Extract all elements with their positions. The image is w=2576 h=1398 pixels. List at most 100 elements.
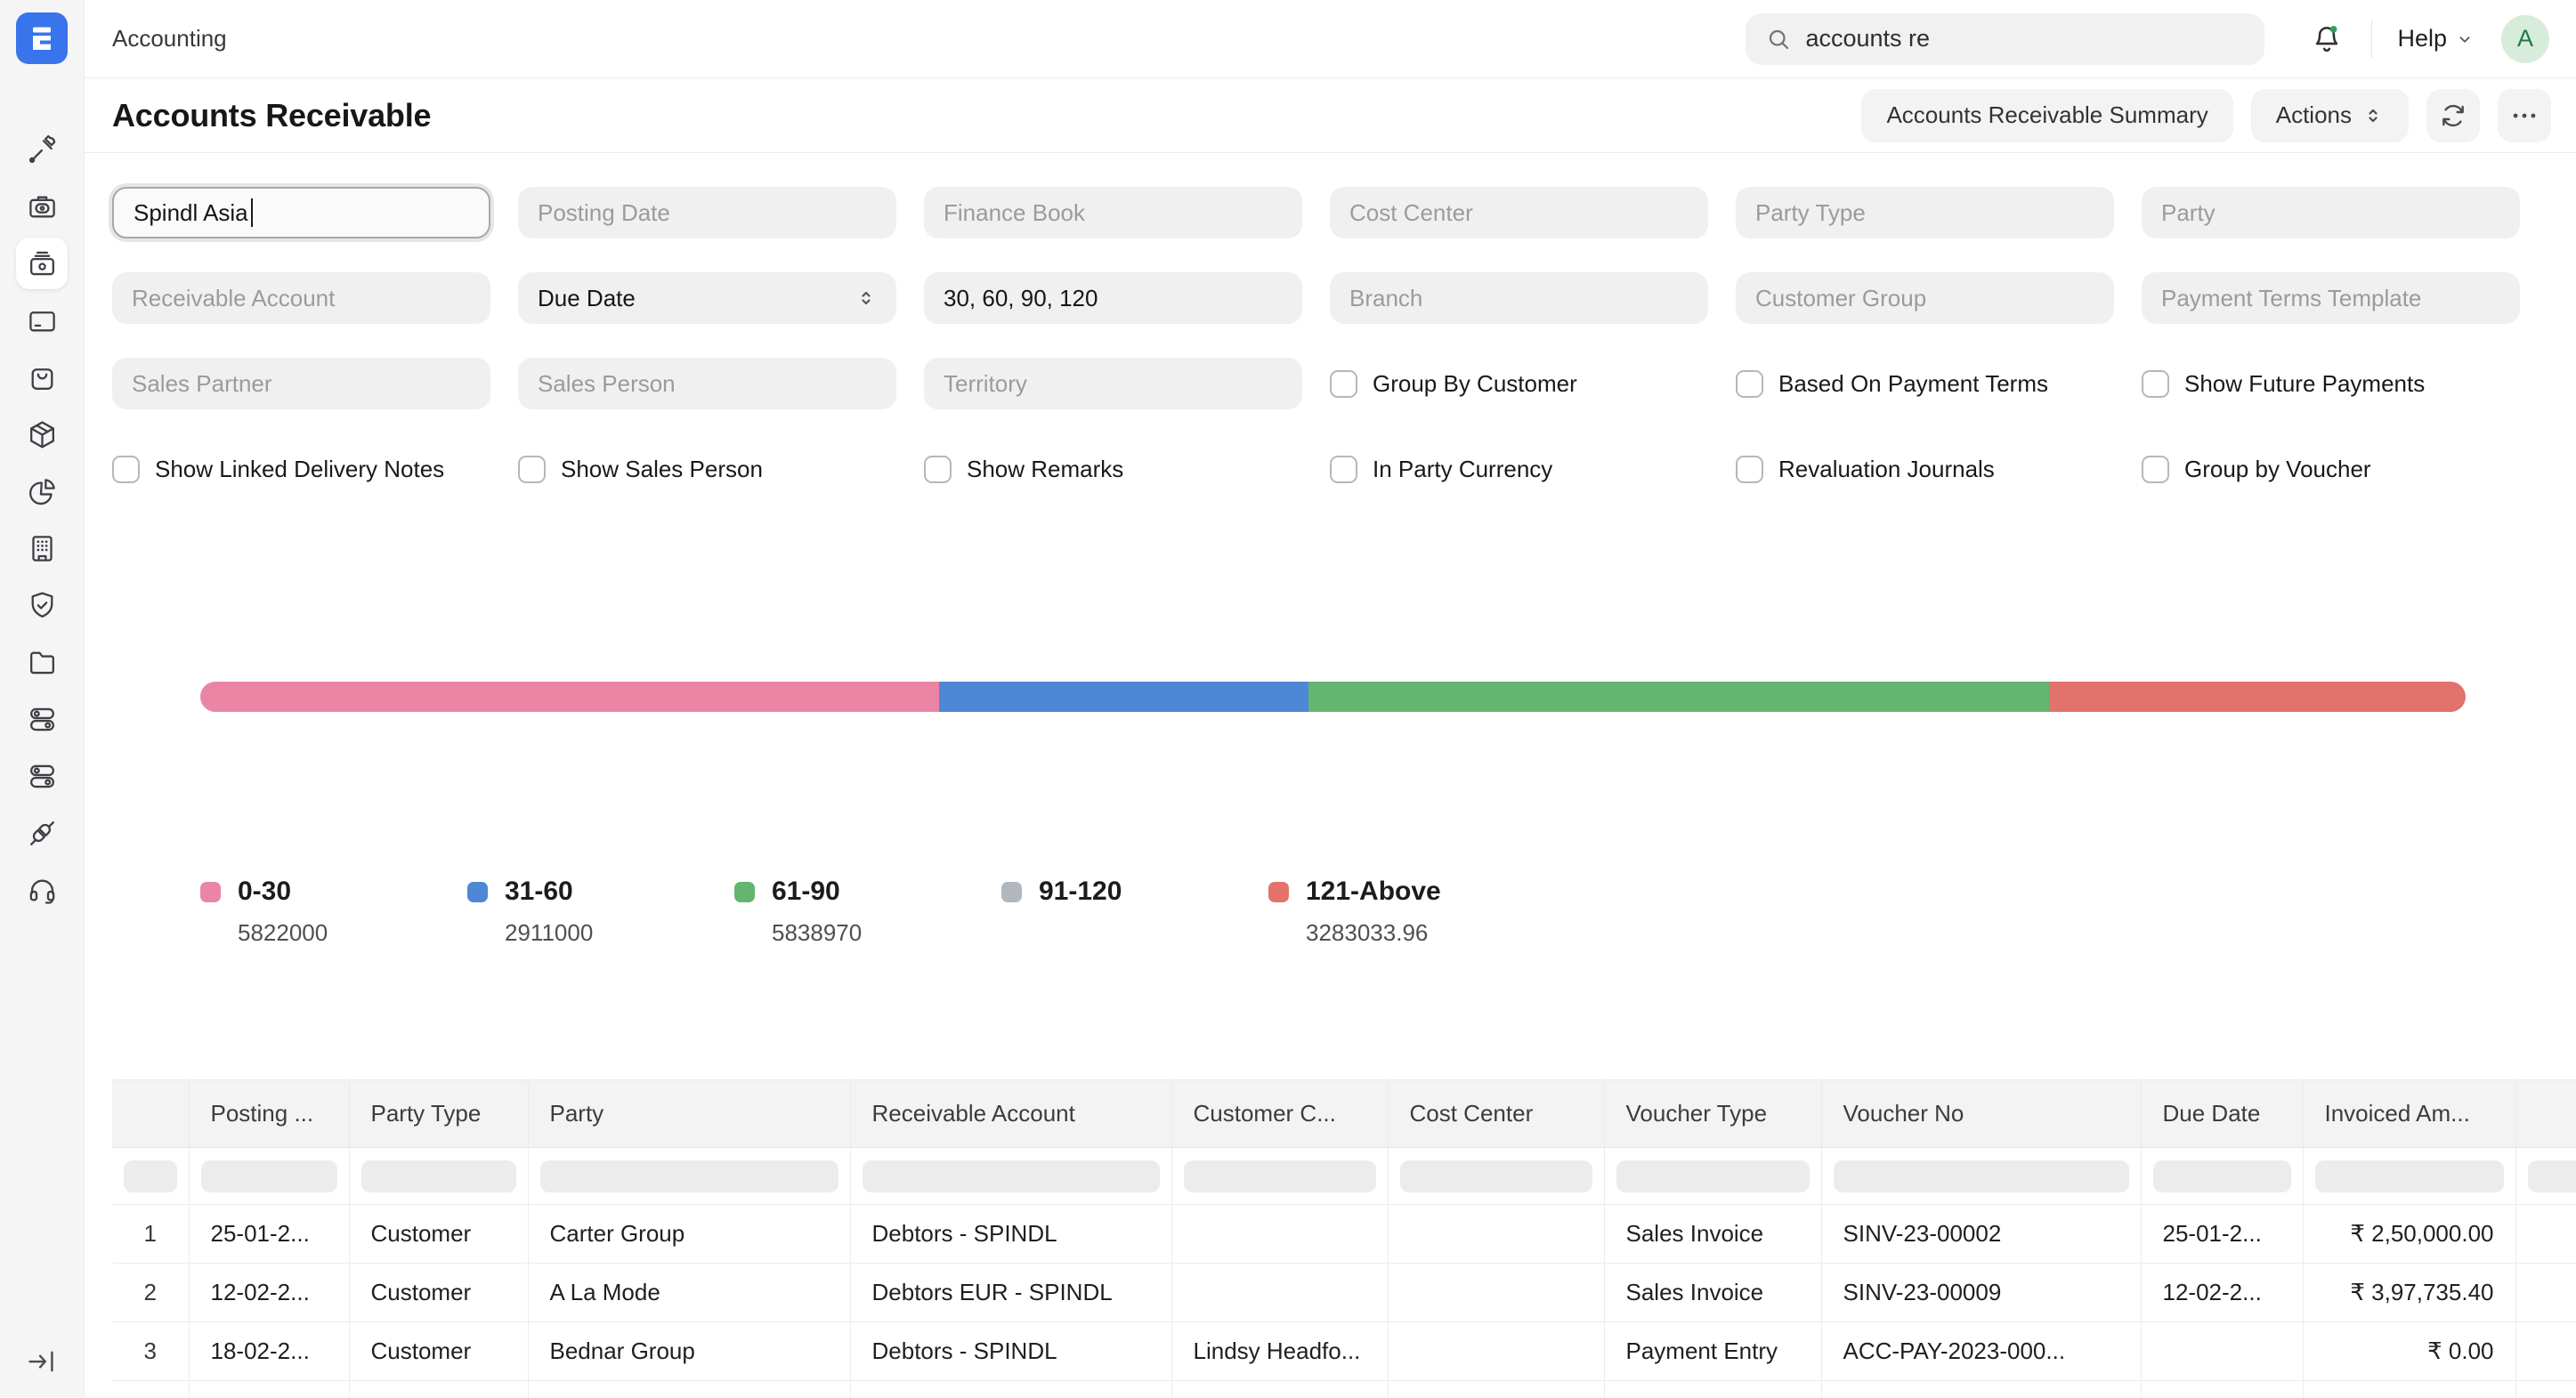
cell-party[interactable]: Bednar Group xyxy=(528,1322,850,1381)
menu-button[interactable] xyxy=(2498,89,2551,142)
row-number[interactable]: 1 xyxy=(112,1205,189,1264)
column-header-cost-center[interactable]: Cost Center xyxy=(1388,1080,1604,1148)
column-header-party-type[interactable]: Party Type xyxy=(349,1080,528,1148)
help-menu[interactable]: Help xyxy=(2397,25,2475,53)
customer-group-filter[interactable]: Customer Group xyxy=(1736,272,2114,324)
column-filter-input[interactable] xyxy=(1400,1160,1592,1192)
cell-party-type[interactable]: Customer xyxy=(349,1264,528,1322)
group-by-customer-checkbox[interactable]: Group By Customer xyxy=(1330,358,1708,409)
column-filter-input[interactable] xyxy=(124,1160,177,1192)
revaluation-journals-checkbox[interactable]: Revaluation Journals xyxy=(1736,443,2114,495)
bar-segment-121-above[interactable] xyxy=(2049,682,2466,712)
show-sales-person-checkbox[interactable]: Show Sales Person xyxy=(518,443,896,495)
cell-invoiced-amount[interactable]: ₹ 3,97,735.40 xyxy=(2303,1264,2515,1322)
column-filter-input[interactable] xyxy=(863,1160,1160,1192)
cell-cost-center[interactable] xyxy=(1388,1264,1604,1322)
sidebar-item-payments[interactable] xyxy=(0,178,85,235)
cell-extra[interactable] xyxy=(2515,1264,2576,1322)
cell-customer-contact[interactable] xyxy=(1171,1205,1388,1264)
row-number[interactable]: 3 xyxy=(112,1322,189,1381)
column-header-customer-contact[interactable]: Customer C... xyxy=(1171,1080,1388,1148)
row-number[interactable]: 2 xyxy=(112,1264,189,1322)
column-filter-input[interactable] xyxy=(1616,1160,1810,1192)
sidebar-item-banking[interactable] xyxy=(0,292,85,349)
cost-center-filter[interactable]: Cost Center xyxy=(1330,187,1708,238)
bar-segment-0-30[interactable] xyxy=(200,682,939,712)
avatar[interactable]: A xyxy=(2501,15,2549,63)
sidebar-item-support[interactable] xyxy=(0,861,85,918)
group-by-voucher-checkbox[interactable]: Group by Voucher xyxy=(2142,443,2520,495)
cell-extra[interactable] xyxy=(2515,1205,2576,1264)
column-header-due-date[interactable]: Due Date xyxy=(2141,1080,2303,1148)
sidebar-item-projects[interactable] xyxy=(0,634,85,691)
column-header-receivable-account[interactable]: Receivable Account xyxy=(850,1080,1171,1148)
receivable-account-filter[interactable]: Receivable Account xyxy=(112,272,490,324)
sidebar-item-tools[interactable] xyxy=(0,121,85,178)
sidebar-item-quality[interactable] xyxy=(0,577,85,634)
cell-customer-contact[interactable] xyxy=(1171,1264,1388,1322)
cell-due-date[interactable]: 12-02-2... xyxy=(2141,1264,2303,1322)
cell-party-type[interactable]: Customer xyxy=(349,1205,528,1264)
column-filter-input[interactable] xyxy=(1184,1160,1376,1192)
sidebar-item-organization[interactable] xyxy=(0,520,85,577)
cell-receivable-account[interactable]: Debtors EUR - SPINDL xyxy=(850,1264,1171,1322)
party-filter[interactable]: Party xyxy=(2142,187,2520,238)
column-filter-input[interactable] xyxy=(2153,1160,2291,1192)
cell-customer-contact[interactable]: Lindsy Headfo... xyxy=(1171,1322,1388,1381)
sidebar-item-accounting[interactable] xyxy=(0,235,85,292)
cell-posting-date[interactable]: 12-02-2... xyxy=(189,1264,349,1322)
sidebar-item-settings[interactable] xyxy=(0,691,85,747)
cell-due-date[interactable]: 25-01-2... xyxy=(2141,1205,2303,1264)
bar-segment-61-90[interactable] xyxy=(1308,682,2049,712)
refresh-button[interactable] xyxy=(2426,89,2480,142)
column-header-invoiced-amount[interactable]: Invoiced Am... xyxy=(2303,1080,2515,1148)
cell-cost-center[interactable] xyxy=(1388,1322,1604,1381)
show-linked-delivery-notes-checkbox[interactable]: Show Linked Delivery Notes xyxy=(112,443,490,495)
based-on-payment-terms-checkbox[interactable]: Based On Payment Terms xyxy=(1736,358,2114,409)
cell-voucher-no[interactable]: ACC-PAY-2023-000... xyxy=(1821,1322,2141,1381)
cell-voucher-no[interactable]: SINV-23-00002 xyxy=(1821,1205,2141,1264)
party-type-filter[interactable]: Party Type xyxy=(1736,187,2114,238)
branch-filter[interactable]: Branch xyxy=(1330,272,1708,324)
breadcrumb[interactable]: Accounting xyxy=(112,25,227,53)
cell-posting-date[interactable]: 25-01-2... xyxy=(189,1205,349,1264)
column-filter-input[interactable] xyxy=(2528,1160,2576,1192)
notifications-button[interactable] xyxy=(2307,20,2346,59)
finance-book-filter[interactable]: Finance Book xyxy=(924,187,1302,238)
cell-party-type[interactable]: Customer xyxy=(349,1322,528,1381)
column-filter-input[interactable] xyxy=(2315,1160,2504,1192)
company-filter[interactable]: Spindl Asia xyxy=(112,187,490,238)
in-party-currency-checkbox[interactable]: In Party Currency xyxy=(1330,443,1708,495)
ageing-based-on-select[interactable]: Due Date xyxy=(518,272,896,324)
cell-voucher-no[interactable]: SINV-23-00009 xyxy=(1821,1264,2141,1322)
column-filter-input[interactable] xyxy=(201,1160,337,1192)
column-filter-input[interactable] xyxy=(1834,1160,2129,1192)
app-logo[interactable] xyxy=(16,12,68,64)
bar-segment-31-60[interactable] xyxy=(939,682,1308,712)
cell-voucher-type[interactable]: Sales Invoice xyxy=(1604,1205,1821,1264)
cell-invoiced-amount[interactable]: ₹ 0.00 xyxy=(2303,1322,2515,1381)
territory-filter[interactable]: Territory xyxy=(924,358,1302,409)
cell-due-date[interactable] xyxy=(2141,1322,2303,1381)
column-header-index[interactable] xyxy=(112,1080,189,1148)
show-remarks-checkbox[interactable]: Show Remarks xyxy=(924,443,1302,495)
sales-partner-filter[interactable]: Sales Partner xyxy=(112,358,490,409)
summary-button[interactable]: Accounts Receivable Summary xyxy=(1861,89,2232,142)
cell-posting-date[interactable]: 18-02-2... xyxy=(189,1322,349,1381)
sidebar-item-analytics[interactable] xyxy=(0,463,85,520)
column-filter-input[interactable] xyxy=(361,1160,516,1192)
ageing-range-filter[interactable]: 30, 60, 90, 120 xyxy=(924,272,1302,324)
column-filter-input[interactable] xyxy=(540,1160,838,1192)
cell-party[interactable]: A La Mode xyxy=(528,1264,850,1322)
column-header-posting-date[interactable]: Posting ... xyxy=(189,1080,349,1148)
posting-date-filter[interactable]: Posting Date xyxy=(518,187,896,238)
column-header-voucher-no[interactable]: Voucher No xyxy=(1821,1080,2141,1148)
sidebar-item-integrations[interactable] xyxy=(0,804,85,861)
payment-terms-template-filter[interactable]: Payment Terms Template xyxy=(2142,272,2520,324)
sidebar-item-stock[interactable] xyxy=(0,406,85,463)
cell-invoiced-amount[interactable]: ₹ 2,50,000.00 xyxy=(2303,1205,2515,1264)
sales-person-filter[interactable]: Sales Person xyxy=(518,358,896,409)
cell-voucher-type[interactable]: Payment Entry xyxy=(1604,1322,1821,1381)
cell-party[interactable]: Carter Group xyxy=(528,1205,850,1264)
sidebar-item-customization[interactable] xyxy=(0,747,85,804)
